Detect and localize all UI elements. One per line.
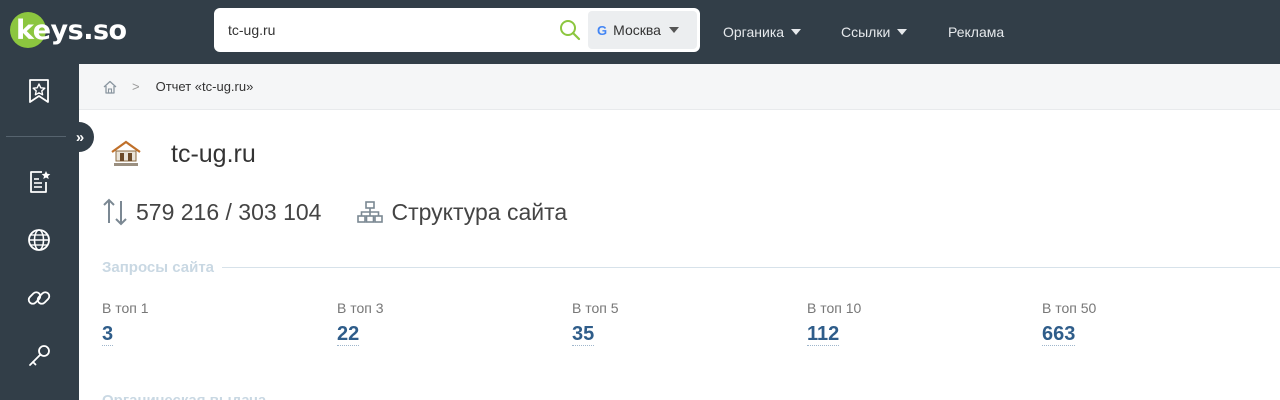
link-icon[interactable] bbox=[25, 284, 53, 312]
metric-label: В топ 1 bbox=[102, 300, 149, 316]
logo-text: keys.so bbox=[16, 14, 127, 46]
report-star-icon[interactable] bbox=[25, 168, 53, 196]
search-input[interactable] bbox=[214, 8, 554, 52]
metric-label: В топ 5 bbox=[572, 300, 619, 316]
nav-ads[interactable]: Реклама bbox=[948, 0, 1004, 64]
chevron-right-icon: > bbox=[132, 79, 140, 94]
metric-label: В топ 10 bbox=[807, 300, 862, 316]
metric-value[interactable]: 112 bbox=[807, 323, 840, 346]
caret-down-icon bbox=[897, 29, 908, 35]
metric-value[interactable]: 3 bbox=[102, 323, 114, 346]
metric-top10: В топ 10 112 bbox=[807, 300, 861, 346]
region-select[interactable]: G Москва bbox=[588, 11, 697, 49]
site-structure-link[interactable]: Структура сайта bbox=[391, 199, 567, 226]
site-favicon bbox=[111, 140, 141, 166]
sidebar-divider bbox=[6, 136, 66, 137]
search-bar: G Москва bbox=[214, 8, 700, 52]
nav-ads-label: Реклама bbox=[948, 24, 1005, 40]
logo[interactable]: keys.so bbox=[10, 10, 127, 50]
metric-top5: В топ 5 35 bbox=[572, 300, 619, 346]
traffic-arrows-icon bbox=[103, 198, 127, 226]
queries-section-header: Запросы сайта bbox=[102, 256, 1280, 278]
globe-icon[interactable] bbox=[25, 226, 53, 254]
metric-label: В топ 50 bbox=[1042, 300, 1097, 316]
home-icon[interactable] bbox=[102, 79, 118, 95]
nav-organic-label: Органика bbox=[723, 24, 785, 40]
sidebar: » bbox=[0, 64, 94, 400]
caret-down-icon bbox=[668, 27, 679, 33]
nav-links-label: Ссылки bbox=[841, 24, 891, 40]
breadcrumb-current: Отчет «tc-ug.ru» bbox=[155, 79, 254, 94]
bookmark-star-icon[interactable] bbox=[25, 77, 53, 105]
metric-top3: В топ 3 22 bbox=[337, 300, 384, 346]
caret-down-icon bbox=[791, 29, 802, 35]
metric-value[interactable]: 22 bbox=[337, 323, 360, 346]
top-bar: keys.so G Москва Органика Ссылки Реклама bbox=[0, 0, 1280, 64]
metric-value[interactable]: 35 bbox=[572, 323, 595, 346]
site-structure-icon[interactable] bbox=[357, 200, 384, 224]
site-stats-line: 579 216 / 303 104 Структура сайта bbox=[102, 196, 567, 228]
search-icon[interactable] bbox=[558, 18, 582, 42]
region-label: Москва bbox=[613, 22, 661, 38]
double-chevron-right-icon[interactable]: » bbox=[66, 122, 94, 152]
key-icon[interactable] bbox=[25, 342, 53, 370]
nav-organic[interactable]: Органика bbox=[723, 0, 802, 64]
google-icon: G bbox=[597, 22, 608, 38]
section-divider bbox=[222, 266, 1280, 268]
nav-links[interactable]: Ссылки bbox=[841, 0, 908, 64]
metric-label: В топ 3 bbox=[337, 300, 384, 316]
breadcrumb: > Отчет «tc-ug.ru» bbox=[79, 64, 1280, 110]
site-title: tc-ug.ru bbox=[171, 140, 256, 168]
organic-section-title: Органическая выдача bbox=[102, 392, 266, 400]
metric-top1: В топ 1 3 bbox=[102, 300, 149, 346]
metric-top50: В топ 50 663 bbox=[1042, 300, 1096, 346]
metric-value[interactable]: 663 bbox=[1042, 323, 1076, 346]
site-visits: 579 216 / 303 104 bbox=[136, 198, 322, 225]
queries-section-title: Запросы сайта bbox=[102, 258, 215, 276]
